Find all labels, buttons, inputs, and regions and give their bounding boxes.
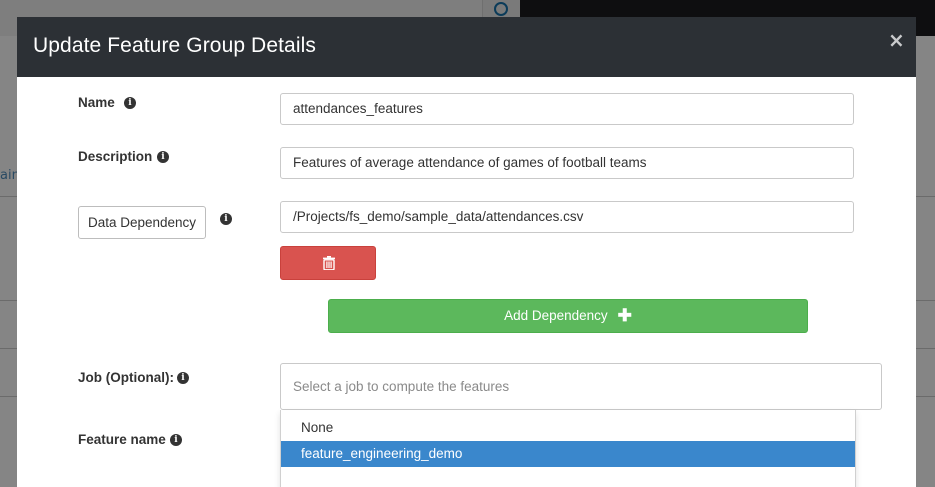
trash-icon (323, 256, 335, 270)
background-divider (916, 196, 935, 197)
info-icon: i (220, 213, 232, 225)
add-dependency-label: Add Dependency (504, 308, 608, 323)
name-label: Name (78, 95, 115, 110)
job-select-placeholder: Select a job to compute the features (293, 379, 510, 394)
update-feature-group-modal: Update Feature Group Details × Name i at… (17, 17, 916, 487)
background-divider (916, 348, 935, 349)
job-select[interactable]: Select a job to compute the features (280, 363, 882, 410)
job-dropdown-menu: None feature_engineering_demo (280, 410, 856, 487)
background-divider (0, 396, 18, 397)
background-divider (0, 348, 18, 349)
dropdown-option-none[interactable]: None (281, 415, 855, 441)
feature-name-label: Feature name (78, 432, 166, 447)
data-dependency-input[interactable]: /Projects/fs_demo/sample_data/attendance… (280, 201, 854, 233)
background-divider (916, 396, 935, 397)
plus-icon: ✚ (617, 306, 632, 325)
name-input[interactable]: attendances_features (280, 93, 854, 125)
close-icon[interactable]: × (888, 28, 905, 52)
background-divider (0, 300, 18, 301)
search-icon (494, 2, 508, 16)
job-label: Job (Optional): (78, 370, 174, 385)
add-dependency-button[interactable]: Add Dependency ✚ (328, 299, 808, 333)
background-divider (916, 300, 935, 301)
data-dependency-button[interactable]: Data Dependency (78, 206, 206, 239)
modal-header: Update Feature Group Details × (17, 17, 916, 77)
background-divider (0, 196, 18, 197)
modal-title: Update Feature Group Details (33, 34, 316, 57)
info-icon: i (124, 97, 136, 109)
info-icon: i (170, 434, 182, 446)
dropdown-option-feature-engineering-demo[interactable]: feature_engineering_demo (281, 441, 855, 467)
info-icon: i (157, 151, 169, 163)
info-icon: i (177, 372, 189, 384)
description-label: Description (78, 149, 153, 164)
description-input[interactable]: Features of average attendance of games … (280, 147, 854, 179)
delete-dependency-button[interactable] (280, 246, 376, 280)
